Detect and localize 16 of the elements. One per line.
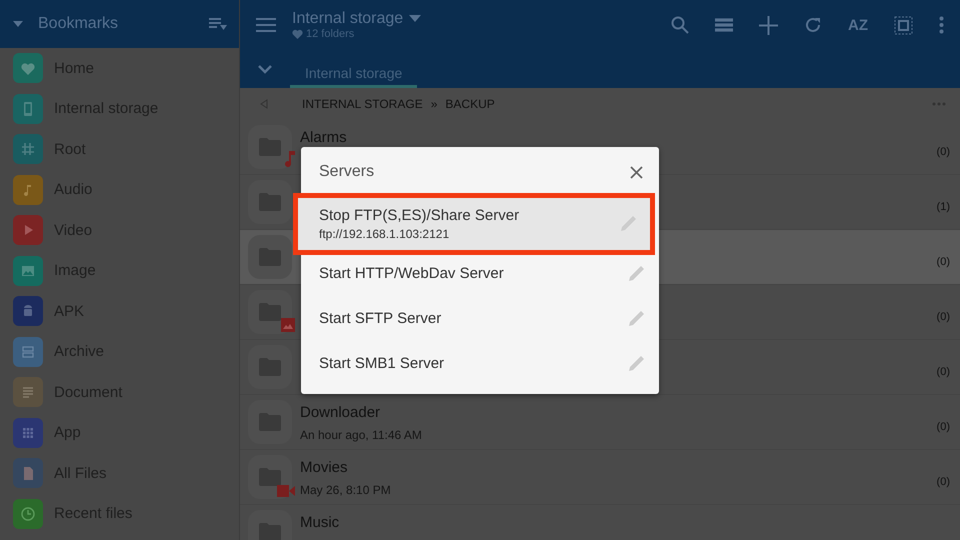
item-count: (0) xyxy=(936,311,950,323)
item-count: (0) xyxy=(936,476,950,488)
server-label: Stop FTP(S,ES)/Share Server xyxy=(319,207,520,224)
item-count: (0) xyxy=(936,256,950,268)
breadcrumb-separator: » xyxy=(430,97,438,111)
server-label: Start HTTP/WebDav Server xyxy=(319,265,505,282)
server-label: Start SFTP Server xyxy=(319,310,442,327)
server-address: ftp://192.168.1.103:2121 xyxy=(319,227,450,241)
dialog-title: Servers xyxy=(319,163,374,181)
server-label: Start SMB1 Server xyxy=(319,355,446,372)
folder-count: 12 folders xyxy=(306,28,354,40)
item-count: (0) xyxy=(936,421,950,433)
item-count: (0) xyxy=(936,146,950,158)
item-count: (1) xyxy=(936,201,950,213)
item-count: (0) xyxy=(936,366,950,378)
sidebar-title: Bookmarks xyxy=(38,15,120,33)
